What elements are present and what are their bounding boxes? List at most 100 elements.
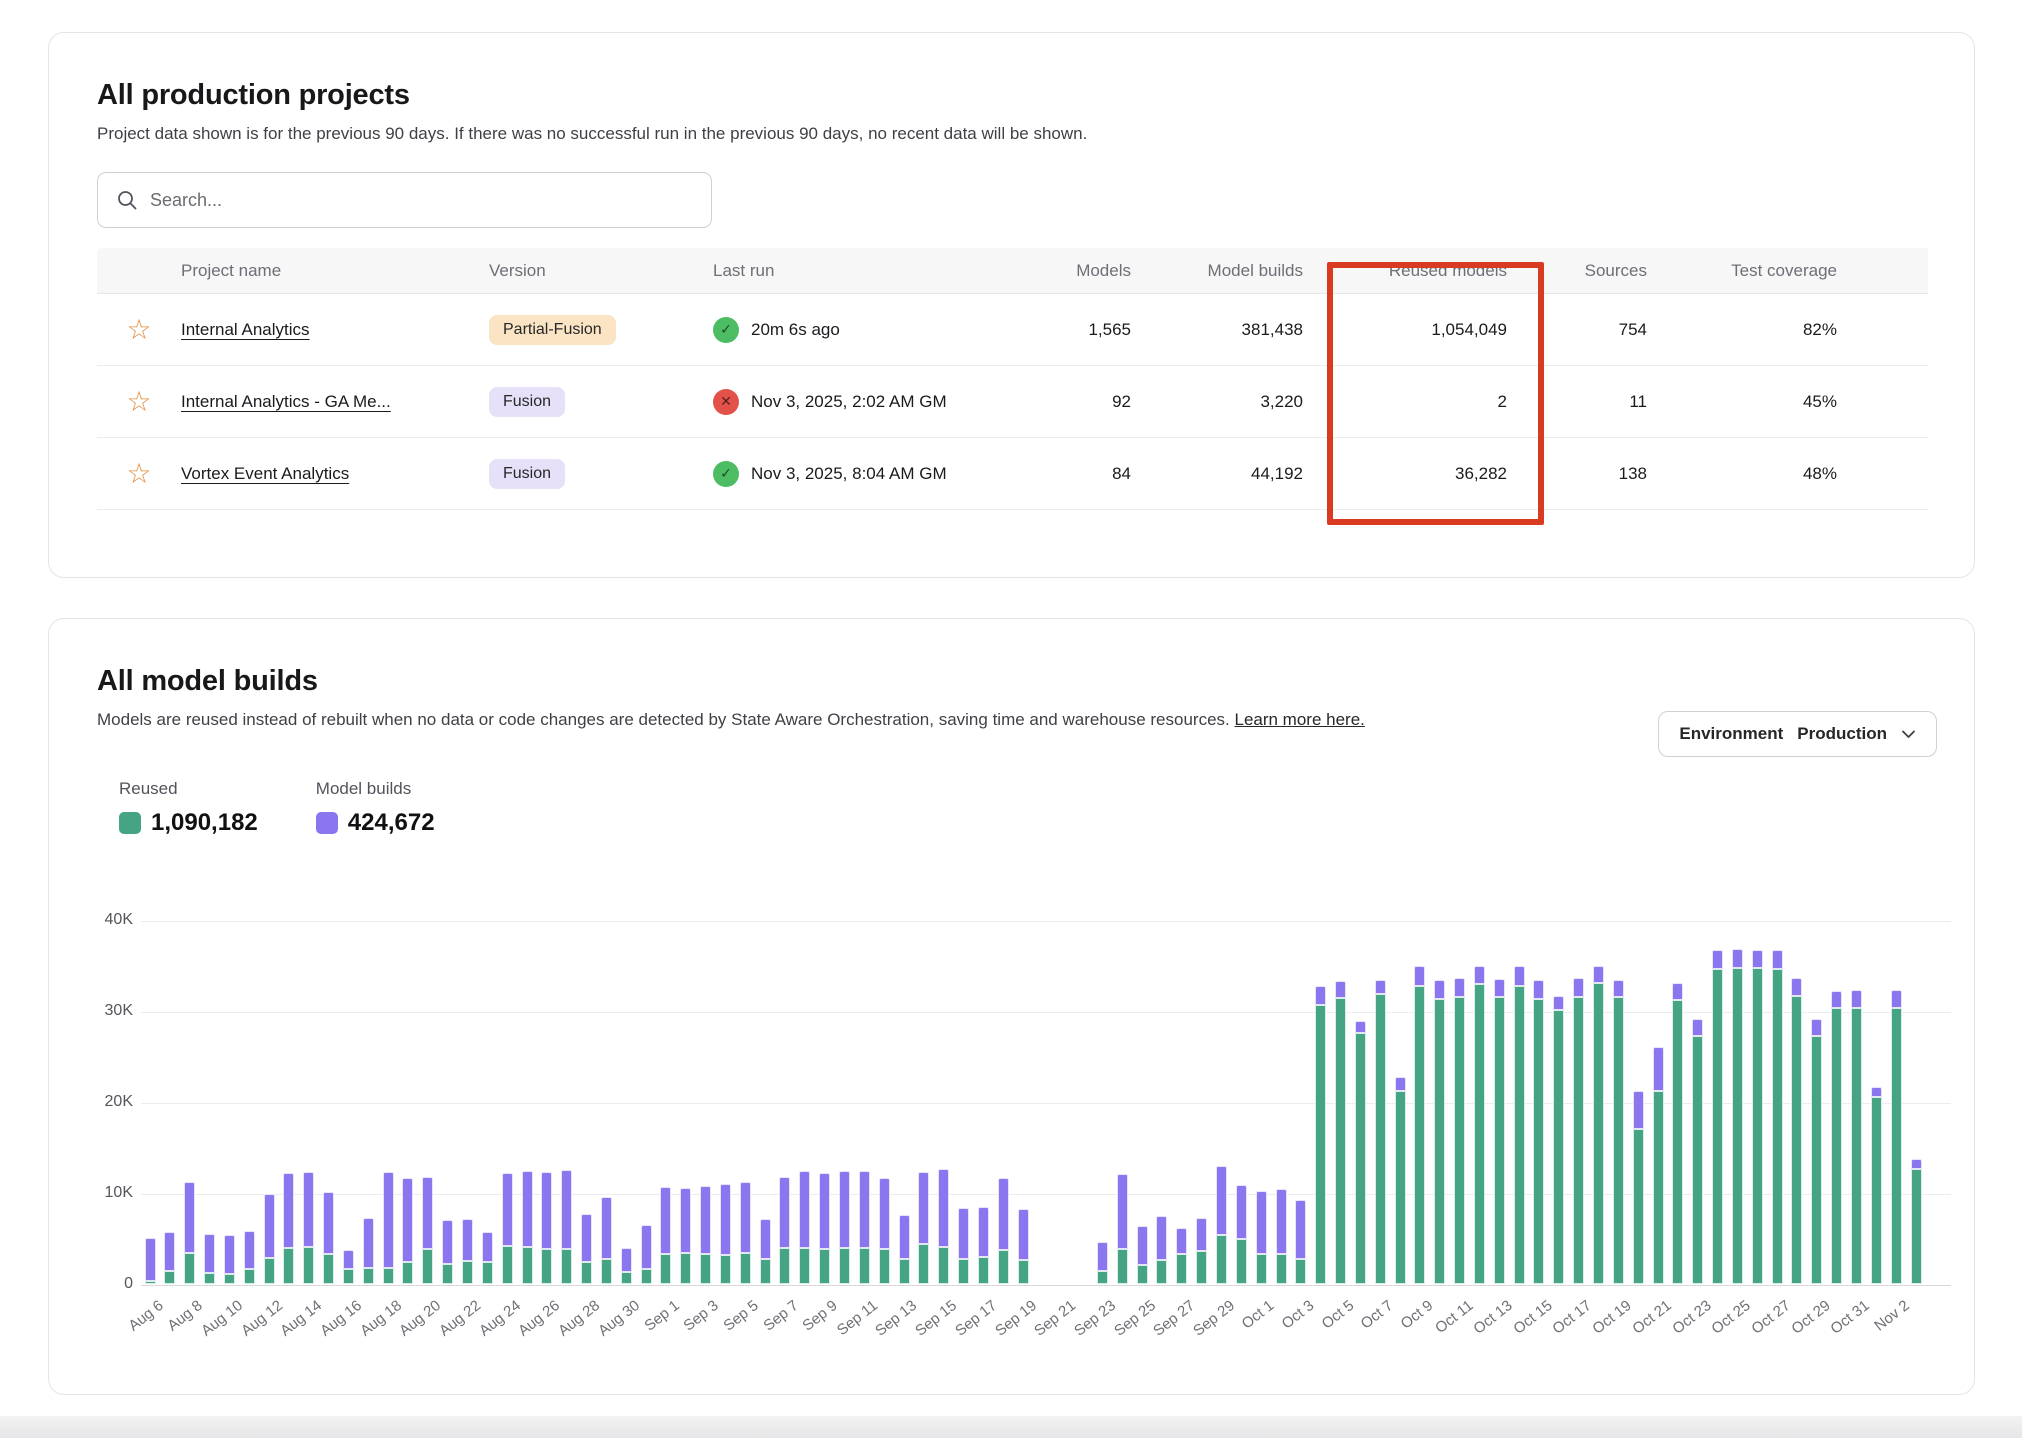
project-name-link[interactable]: Internal Analytics - GA Me... — [181, 392, 391, 411]
bar-stack[interactable] — [1533, 980, 1544, 1284]
bar-stack[interactable] — [641, 1225, 652, 1284]
bar-stack[interactable] — [145, 1238, 156, 1284]
bar-stack[interactable] — [184, 1182, 195, 1284]
bar-stack[interactable] — [323, 1192, 334, 1284]
bar-stack[interactable] — [1553, 996, 1564, 1284]
bar-stack[interactable] — [1018, 1209, 1029, 1284]
bar-stack[interactable] — [1474, 966, 1485, 1284]
bar-stack[interactable] — [978, 1207, 989, 1284]
bar-segment-reused — [462, 1261, 473, 1284]
bar-stack[interactable] — [918, 1172, 929, 1284]
bar-stack[interactable] — [1772, 950, 1783, 1284]
environment-dropdown[interactable]: Environment Production — [1658, 711, 1937, 757]
bar-stack[interactable] — [482, 1232, 493, 1284]
bar-stack[interactable] — [1454, 978, 1465, 1284]
bar-stack[interactable] — [899, 1215, 910, 1284]
bar-stack[interactable] — [164, 1232, 175, 1284]
bar-stack[interactable] — [1672, 983, 1683, 1284]
bar-stack[interactable] — [1256, 1191, 1267, 1284]
bar-stack[interactable] — [1851, 990, 1862, 1284]
bar-stack[interactable] — [224, 1235, 235, 1284]
bar-stack[interactable] — [938, 1169, 949, 1284]
bar-stack[interactable] — [1633, 1091, 1644, 1284]
bar-stack[interactable] — [1216, 1166, 1227, 1284]
bar-stack[interactable] — [958, 1208, 969, 1284]
bar-stack[interactable] — [541, 1172, 552, 1284]
bar-stack[interactable] — [1732, 949, 1743, 1284]
bar-stack[interactable] — [1156, 1216, 1167, 1284]
project-name-link[interactable]: Vortex Event Analytics — [181, 464, 349, 483]
bar-stack[interactable] — [1791, 978, 1802, 1284]
learn-more-link[interactable]: Learn more here. — [1234, 710, 1364, 729]
bar-stack[interactable] — [1196, 1218, 1207, 1284]
bar-stack[interactable] — [264, 1194, 275, 1284]
search-icon — [116, 189, 138, 211]
bar-stack[interactable] — [1295, 1200, 1306, 1284]
bar-stack[interactable] — [779, 1177, 790, 1284]
bar-stack[interactable] — [1911, 1159, 1922, 1284]
bar-stack[interactable] — [244, 1231, 255, 1284]
search-input[interactable] — [150, 190, 693, 211]
bar-stack[interactable] — [1811, 1019, 1822, 1284]
bar-stack[interactable] — [819, 1173, 830, 1284]
bar-stack[interactable] — [1137, 1226, 1148, 1284]
bar-stack[interactable] — [879, 1178, 890, 1284]
bar-stack[interactable] — [204, 1234, 215, 1284]
project-name-link[interactable]: Internal Analytics — [181, 320, 310, 339]
bar-stack[interactable] — [303, 1172, 314, 1284]
bar-stack[interactable] — [1097, 1242, 1108, 1284]
bar-stack[interactable] — [1375, 980, 1386, 1284]
bar-stack[interactable] — [680, 1188, 691, 1284]
bar-stack[interactable] — [422, 1177, 433, 1284]
bar-stack[interactable] — [1871, 1087, 1882, 1284]
bar-stack[interactable] — [799, 1171, 810, 1284]
bar-stack[interactable] — [383, 1172, 394, 1284]
bar-stack[interactable] — [1395, 1077, 1406, 1284]
bar-stack[interactable] — [462, 1219, 473, 1284]
favorite-star-button[interactable]: ☆ — [126, 460, 151, 488]
bar-stack[interactable] — [700, 1186, 711, 1284]
bar-stack[interactable] — [581, 1214, 592, 1284]
bar-stack[interactable] — [621, 1248, 632, 1284]
bar-stack[interactable] — [1414, 966, 1425, 1284]
bar-stack[interactable] — [1315, 986, 1326, 1284]
bar-stack[interactable] — [1752, 950, 1763, 1284]
favorite-star-button[interactable]: ☆ — [126, 388, 151, 416]
bar-stack[interactable] — [1176, 1228, 1187, 1284]
bar-stack[interactable] — [283, 1173, 294, 1284]
bar-stack[interactable] — [1494, 979, 1505, 1284]
bar-stack[interactable] — [859, 1171, 870, 1284]
bar-stack[interactable] — [522, 1171, 533, 1284]
bar-stack[interactable] — [1573, 978, 1584, 1284]
bar-stack[interactable] — [720, 1184, 731, 1284]
bar-stack[interactable] — [1593, 966, 1604, 1284]
bar-stack[interactable] — [363, 1218, 374, 1284]
bar-stack[interactable] — [1692, 1019, 1703, 1284]
bar-stack[interactable] — [442, 1220, 453, 1284]
bar-stack[interactable] — [1514, 966, 1525, 1284]
bar-stack[interactable] — [760, 1219, 771, 1284]
bar-stack[interactable] — [1891, 990, 1902, 1284]
bar-stack[interactable] — [1653, 1047, 1664, 1284]
bar-stack[interactable] — [740, 1182, 751, 1284]
bar-segment-model-builds — [1851, 990, 1862, 1008]
bar-stack[interactable] — [839, 1171, 850, 1284]
favorite-star-button[interactable]: ☆ — [126, 316, 151, 344]
bar-stack[interactable] — [1613, 980, 1624, 1284]
bar-stack[interactable] — [343, 1250, 354, 1284]
bar-stack[interactable] — [1355, 1021, 1366, 1284]
bar-stack[interactable] — [1831, 991, 1842, 1284]
bar-stack[interactable] — [660, 1187, 671, 1284]
bar-stack[interactable] — [1117, 1174, 1128, 1284]
bar-stack[interactable] — [1434, 980, 1445, 1284]
bar-stack[interactable] — [998, 1178, 1009, 1284]
bar-stack[interactable] — [402, 1178, 413, 1284]
bar-stack[interactable] — [1335, 981, 1346, 1284]
search-box[interactable] — [97, 172, 712, 228]
bar-stack[interactable] — [601, 1197, 612, 1284]
bar-stack[interactable] — [502, 1173, 513, 1284]
bar-stack[interactable] — [1276, 1189, 1287, 1284]
bar-stack[interactable] — [1712, 950, 1723, 1284]
bar-stack[interactable] — [561, 1170, 572, 1284]
bar-stack[interactable] — [1236, 1185, 1247, 1284]
